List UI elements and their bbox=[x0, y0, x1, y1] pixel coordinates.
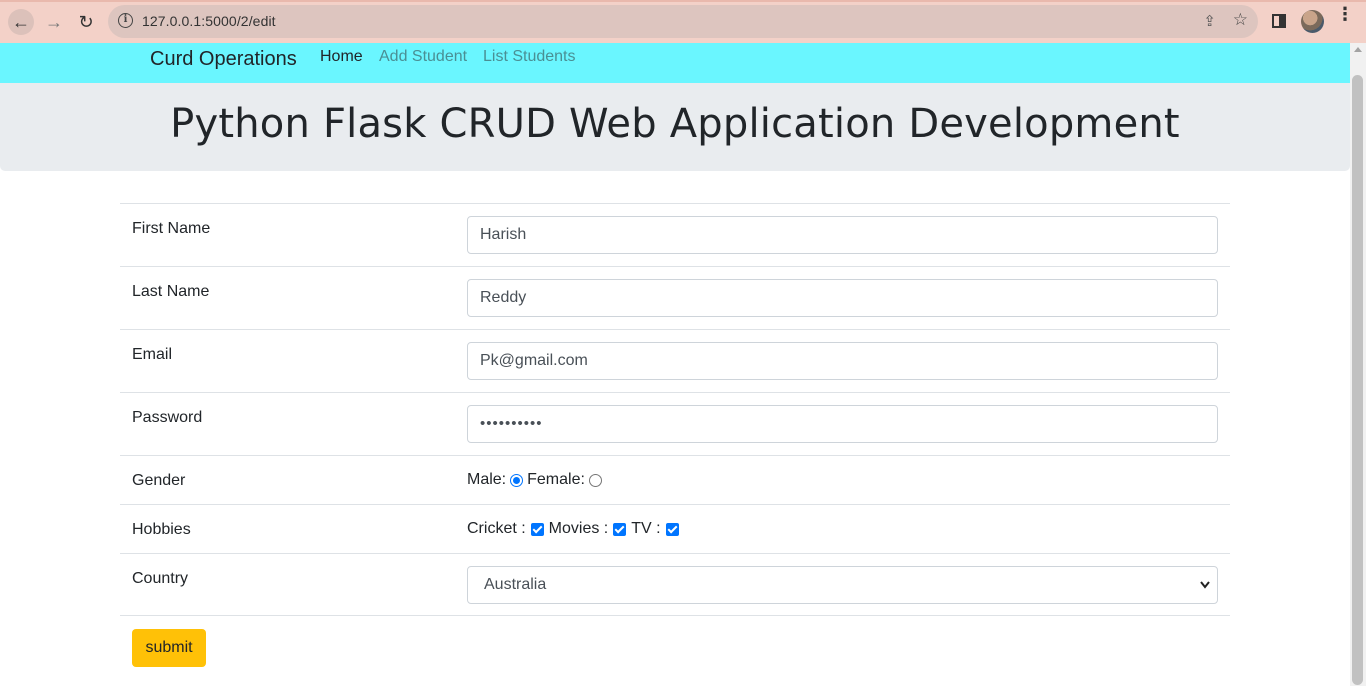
navbar-brand[interactable]: Curd Operations bbox=[150, 45, 297, 73]
form-row-last-name: Last Name Reddy bbox=[120, 266, 1230, 329]
back-icon[interactable]: ← bbox=[8, 9, 34, 35]
form-row-first-name: First Name Harish bbox=[120, 203, 1230, 266]
gender-options: Male: Female: bbox=[467, 471, 606, 489]
hobbies-label: Hobbies bbox=[132, 521, 191, 538]
form-row-country: Country Australia bbox=[120, 553, 1230, 616]
country-selected-value: Australia bbox=[484, 576, 547, 593]
email-label: Email bbox=[132, 346, 173, 363]
form-row-gender: Gender Male: Female: bbox=[120, 455, 1230, 504]
side-panel-icon[interactable] bbox=[1272, 14, 1286, 28]
profile-avatar[interactable] bbox=[1301, 10, 1324, 33]
password-label: Password bbox=[132, 409, 203, 426]
form-row-password: Password •••••••••• bbox=[120, 392, 1230, 455]
site-navbar: Curd Operations Home Add Student List St… bbox=[0, 43, 1350, 83]
hobby-cricket-checkbox[interactable] bbox=[530, 522, 544, 536]
gender-male-label: Male: bbox=[467, 471, 507, 488]
gender-male-radio[interactable] bbox=[510, 473, 524, 487]
bookmark-star-icon[interactable]: ☆ bbox=[1233, 10, 1248, 30]
hobby-tv-label: TV : bbox=[631, 520, 661, 537]
scrollbar-thumb[interactable] bbox=[1352, 75, 1363, 685]
submit-button[interactable]: submit bbox=[132, 629, 206, 667]
page-header: Python Flask CRUD Web Application Develo… bbox=[0, 83, 1350, 171]
last-name-input[interactable]: Reddy bbox=[467, 279, 1218, 317]
scroll-up-arrow-icon[interactable] bbox=[1354, 47, 1362, 52]
form-row-hobbies: Hobbies Cricket : Movies : TV : bbox=[120, 504, 1230, 553]
student-edit-form: First Name Harish Last Name Reddy Email … bbox=[120, 203, 1230, 616]
hobby-tv-checkbox[interactable] bbox=[665, 522, 679, 536]
forward-icon[interactable]: → bbox=[41, 9, 67, 35]
form-row-email: Email Pk@gmail.com bbox=[120, 329, 1230, 392]
country-select[interactable]: Australia bbox=[467, 566, 1218, 604]
gender-female-radio[interactable] bbox=[588, 473, 602, 487]
last-name-label: Last Name bbox=[132, 283, 210, 300]
first-name-input[interactable]: Harish bbox=[467, 216, 1218, 254]
chevron-down-icon bbox=[1199, 567, 1211, 617]
nav-link-add-student[interactable]: Add Student bbox=[379, 47, 467, 67]
url-text[interactable]: 127.0.0.1:5000/2/edit bbox=[142, 13, 276, 29]
gender-female-label: Female: bbox=[527, 471, 585, 488]
browser-menu-icon[interactable]: ⋮ bbox=[1336, 5, 1354, 23]
tab-strip-edge bbox=[0, 0, 1366, 2]
email-input[interactable]: Pk@gmail.com bbox=[467, 342, 1218, 380]
browser-toolbar: ← → ↻ i 127.0.0.1:5000/2/edit ⇪ ☆ ⋮ bbox=[0, 0, 1366, 43]
page-title: Python Flask CRUD Web Application Develo… bbox=[170, 101, 1180, 147]
hobby-movies-checkbox[interactable] bbox=[613, 522, 627, 536]
hobby-movies-label: Movies : bbox=[548, 520, 609, 537]
hobbies-options: Cricket : Movies : TV : bbox=[467, 520, 684, 538]
gender-label: Gender bbox=[132, 472, 186, 489]
site-info-icon[interactable]: i bbox=[118, 13, 133, 28]
reload-icon[interactable]: ↻ bbox=[73, 9, 99, 35]
country-label: Country bbox=[132, 570, 189, 587]
hobby-cricket-label: Cricket : bbox=[467, 520, 526, 537]
nav-link-home[interactable]: Home bbox=[320, 47, 363, 67]
share-icon[interactable]: ⇪ bbox=[1203, 12, 1216, 30]
address-bar[interactable]: i 127.0.0.1:5000/2/edit ⇪ ☆ bbox=[108, 5, 1258, 38]
page-scrollbar[interactable] bbox=[1350, 43, 1366, 686]
password-input[interactable]: •••••••••• bbox=[467, 405, 1218, 443]
nav-link-list-students[interactable]: List Students bbox=[483, 47, 576, 67]
first-name-label: First Name bbox=[132, 220, 211, 237]
